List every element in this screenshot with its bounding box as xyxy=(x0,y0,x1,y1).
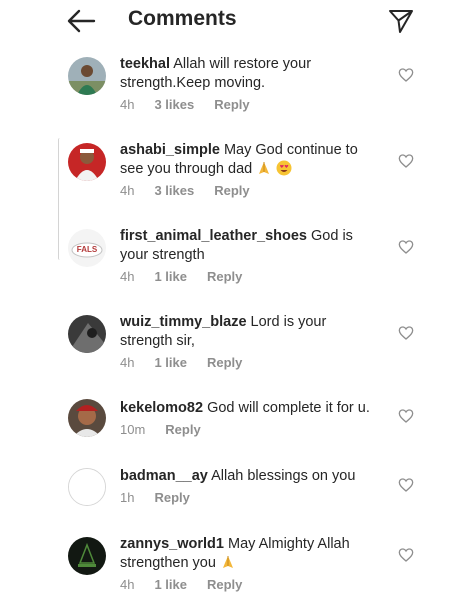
comment-meta: 4h 1 like Reply xyxy=(120,269,242,284)
comment-time: 4h xyxy=(120,183,135,198)
avatar[interactable] xyxy=(68,537,106,575)
comment-meta: 4h 3 likes Reply xyxy=(120,183,250,198)
comment-text: kekelomo82 God will complete it for u. xyxy=(120,399,382,418)
reply-button[interactable]: Reply xyxy=(165,422,200,437)
avatar[interactable] xyxy=(68,143,106,181)
comment-meta: 4h 3 likes Reply xyxy=(120,97,250,112)
comment-meta: 10m Reply xyxy=(120,422,201,437)
back-arrow-icon[interactable] xyxy=(66,8,96,34)
comment-time: 1h xyxy=(120,490,135,505)
avatar[interactable] xyxy=(68,399,106,437)
folded-hands-emoji xyxy=(259,162,270,174)
comment-time: 10m xyxy=(120,422,146,437)
comment-meta: 1h Reply xyxy=(120,490,190,505)
heart-outline-icon[interactable] xyxy=(398,239,414,255)
reply-button[interactable]: Reply xyxy=(207,577,242,592)
heart-eyes-emoji xyxy=(276,160,292,176)
header-bar: Comments xyxy=(0,0,469,42)
comment-likes[interactable]: 3 likes xyxy=(154,183,194,198)
comment-username[interactable]: badman__ay xyxy=(120,468,208,484)
folded-hands-emoji xyxy=(222,556,233,568)
comment-username[interactable]: ashabi_simple xyxy=(120,142,220,158)
comment-text: wuiz_timmy_blaze Lord is your strength s… xyxy=(120,313,382,351)
comment-text: badman__ay Allah blessings on you xyxy=(120,467,382,486)
comment-likes[interactable]: 3 likes xyxy=(154,97,194,112)
comment-time: 4h xyxy=(120,269,135,284)
reply-button[interactable]: Reply xyxy=(214,97,249,112)
page-title: Comments xyxy=(128,7,237,30)
comment-text: first_animal_leather_shoes God is your s… xyxy=(120,227,382,265)
comment-username[interactable]: first_animal_leather_shoes xyxy=(120,228,307,244)
heart-outline-icon[interactable] xyxy=(398,153,414,169)
reply-button[interactable]: Reply xyxy=(154,490,189,505)
comment-time: 4h xyxy=(120,355,135,370)
comment-meta: 4h 1 like Reply xyxy=(120,577,242,592)
comment-body: God will complete it for u. xyxy=(207,400,370,416)
comment-likes[interactable]: 1 like xyxy=(154,577,187,592)
comment-text: ashabi_simple May God continue to see yo… xyxy=(120,141,382,179)
direct-send-icon[interactable] xyxy=(388,8,414,34)
scroll-edge xyxy=(58,138,62,260)
avatar[interactable] xyxy=(68,468,106,506)
avatar[interactable] xyxy=(68,315,106,353)
comment-meta: 4h 1 like Reply xyxy=(120,355,242,370)
avatar[interactable] xyxy=(68,57,106,95)
comment-text: teekhal Allah will restore your strength… xyxy=(120,55,382,93)
heart-outline-icon[interactable] xyxy=(398,408,414,424)
reply-button[interactable]: Reply xyxy=(207,269,242,284)
comment-body: Allah blessings on you xyxy=(211,468,356,484)
comment-time: 4h xyxy=(120,97,135,112)
comment-username[interactable]: wuiz_timmy_blaze xyxy=(120,314,247,330)
heart-outline-icon[interactable] xyxy=(398,67,414,83)
heart-outline-icon[interactable] xyxy=(398,547,414,563)
reply-button[interactable]: Reply xyxy=(214,183,249,198)
comment-username[interactable]: zannys_world1 xyxy=(120,536,224,552)
reply-button[interactable]: Reply xyxy=(207,355,242,370)
svg-text:FALS: FALS xyxy=(77,245,98,254)
comment-username[interactable]: teekhal xyxy=(120,56,170,72)
heart-outline-icon[interactable] xyxy=(398,325,414,341)
heart-outline-icon[interactable] xyxy=(398,477,414,493)
comment-time: 4h xyxy=(120,577,135,592)
comment-text: zannys_world1 May Almighty Allah strengt… xyxy=(120,535,382,573)
comment-likes[interactable]: 1 like xyxy=(154,355,187,370)
comment-likes[interactable]: 1 like xyxy=(154,269,187,284)
avatar[interactable]: FALS xyxy=(68,229,106,267)
comment-username[interactable]: kekelomo82 xyxy=(120,400,203,416)
